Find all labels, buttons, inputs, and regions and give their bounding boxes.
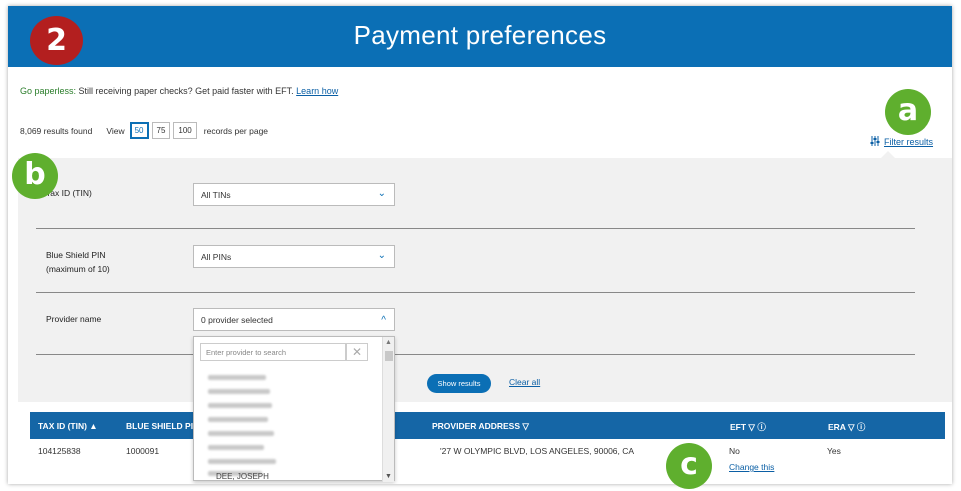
provider-search-input[interactable]: Enter provider to search [200, 343, 346, 361]
table-header-row: TAX ID (TIN) ▲ BLUE SHIELD PIN PROVIDER … [30, 412, 945, 439]
clear-all-link[interactable]: Clear all [509, 377, 540, 387]
clear-search-icon[interactable]: ✕ [346, 343, 368, 361]
provider-filter-label: Provider name [46, 314, 102, 324]
results-count: 8,069 results found [20, 125, 93, 136]
show-results-button[interactable]: Show results [427, 374, 491, 393]
provider-select[interactable]: 0 provider selected ^ [193, 308, 395, 331]
page-title: Payment preferences [353, 20, 607, 50]
change-eft-link[interactable]: Change this [729, 462, 774, 472]
view-label: View [106, 125, 125, 136]
scroll-up-icon[interactable]: ▲ [385, 339, 392, 346]
scroll-down-icon[interactable]: ▼ [385, 473, 392, 480]
list-item[interactable] [208, 403, 272, 408]
provider-dropdown-list: Enter provider to search ✕ ▲ ▼ [193, 336, 395, 482]
paperless-banner: Go paperless: Still receiving paper chec… [20, 86, 338, 96]
learn-how-link[interactable]: Learn how [296, 86, 338, 96]
list-item[interactable] [208, 445, 264, 450]
paperless-lead: Go paperless: [20, 86, 77, 96]
partial-list-item: DEE, JOSEPH [216, 472, 269, 481]
filter-results-label: Filter results [884, 137, 934, 147]
col-header-tin[interactable]: TAX ID (TIN) ▲ [38, 421, 98, 431]
list-item[interactable] [208, 417, 268, 422]
chevron-down-icon: ⌄ [377, 250, 386, 261]
tin-select-value: All TINs [201, 190, 231, 200]
page-size-100[interactable]: 100 [173, 122, 197, 139]
chevron-down-icon: ⌄ [377, 188, 386, 199]
provider-select-value: 0 provider selected [201, 315, 273, 325]
filter-divider [36, 228, 915, 229]
cell-tin: 104125838 [38, 446, 81, 456]
cell-eft: No [729, 446, 740, 456]
cell-era: Yes [827, 446, 841, 456]
page-header: Payment preferences [8, 6, 952, 67]
step-number-badge: 2 [30, 16, 83, 65]
pin-filter-label-line2: (maximum of 10) [46, 264, 110, 274]
col-header-address[interactable]: PROVIDER ADDRESS ▽ [432, 421, 529, 432]
callout-a-badge: a [885, 89, 931, 135]
cell-address: '27 W OLYMPIC BLVD, LOS ANGELES, 90006, … [440, 446, 635, 456]
page-size-75[interactable]: 75 [151, 122, 171, 139]
list-item[interactable] [208, 389, 270, 394]
pin-select-value: All PINs [201, 252, 232, 262]
filter-divider [36, 354, 915, 355]
dropdown-scrollbar[interactable]: ▲ ▼ [382, 337, 394, 482]
callout-c-badge: c [666, 443, 712, 489]
page-size-50[interactable]: 50 [129, 122, 149, 139]
pin-select[interactable]: All PINs ⌄ [193, 245, 395, 268]
col-header-eft[interactable]: EFT ▽ ⓘ [730, 421, 766, 433]
pin-filter-label-line1: Blue Shield PIN [46, 250, 106, 260]
chevron-up-icon: ^ [381, 315, 386, 326]
filter-results-link[interactable]: Filter results [870, 136, 933, 148]
results-bar: 8,069 results found View 50 75 100 recor… [20, 122, 268, 139]
tin-select[interactable]: All TINs ⌄ [193, 183, 395, 206]
col-header-era[interactable]: ERA ▽ ⓘ [828, 421, 865, 433]
filter-divider [36, 292, 915, 293]
col-header-pin[interactable]: BLUE SHIELD PIN [126, 421, 199, 431]
list-item[interactable] [208, 459, 276, 464]
cell-pin: 1000091 [126, 446, 160, 456]
filter-panel [18, 158, 952, 402]
callout-b-badge: b [12, 153, 58, 199]
paperless-text: Still receiving paper checks? Get paid f… [78, 86, 294, 96]
list-item[interactable] [208, 431, 274, 436]
filter-sliders-icon [870, 136, 880, 148]
payment-preferences-frame: Payment preferences Go paperless: Still … [8, 6, 952, 484]
list-item[interactable] [208, 375, 266, 380]
scrollbar-thumb[interactable] [385, 351, 393, 361]
pin-filter-label: Blue Shield PIN (maximum of 10) [46, 248, 110, 276]
records-per-page-label: records per page [203, 125, 269, 136]
